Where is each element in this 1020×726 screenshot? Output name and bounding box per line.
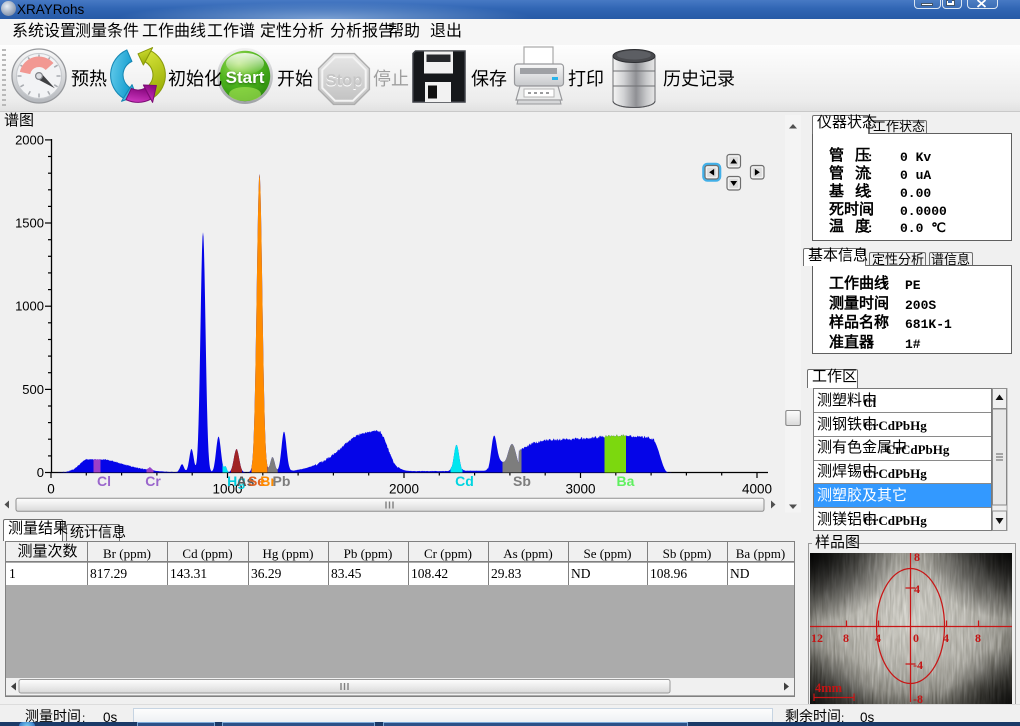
svg-text:Start: Start — [226, 68, 265, 87]
svg-text:500: 500 — [22, 382, 44, 397]
svg-text:4000: 4000 — [742, 482, 772, 497]
svg-text:Cl: Cl — [97, 473, 111, 489]
svg-text:0: 0 — [47, 482, 55, 497]
svg-text:Cd: Cd — [455, 473, 474, 489]
svg-text:Stop: Stop — [326, 72, 363, 90]
svg-text:1000: 1000 — [15, 299, 44, 314]
svg-text:0: 0 — [913, 631, 919, 645]
svg-text:Cr: Cr — [145, 473, 161, 489]
svg-text:8: 8 — [975, 631, 981, 645]
svg-text:1500: 1500 — [15, 216, 44, 231]
svg-text:3000: 3000 — [565, 482, 595, 497]
svg-text:Ba: Ba — [617, 473, 635, 489]
svg-text:2000: 2000 — [15, 132, 44, 147]
svg-text:Sb: Sb — [513, 473, 531, 489]
svg-text:12: 12 — [811, 631, 823, 645]
svg-text:2000: 2000 — [389, 482, 419, 497]
svg-text:4: 4 — [875, 631, 881, 645]
svg-text:8: 8 — [843, 631, 849, 645]
svg-text:-4: -4 — [913, 658, 923, 672]
svg-text:0: 0 — [37, 465, 44, 480]
svg-text:8: 8 — [914, 553, 920, 564]
svg-text:Pb: Pb — [273, 473, 291, 489]
svg-text:4: 4 — [914, 582, 920, 596]
svg-text:4mm: 4mm — [815, 681, 843, 695]
svg-text:4: 4 — [943, 631, 949, 645]
